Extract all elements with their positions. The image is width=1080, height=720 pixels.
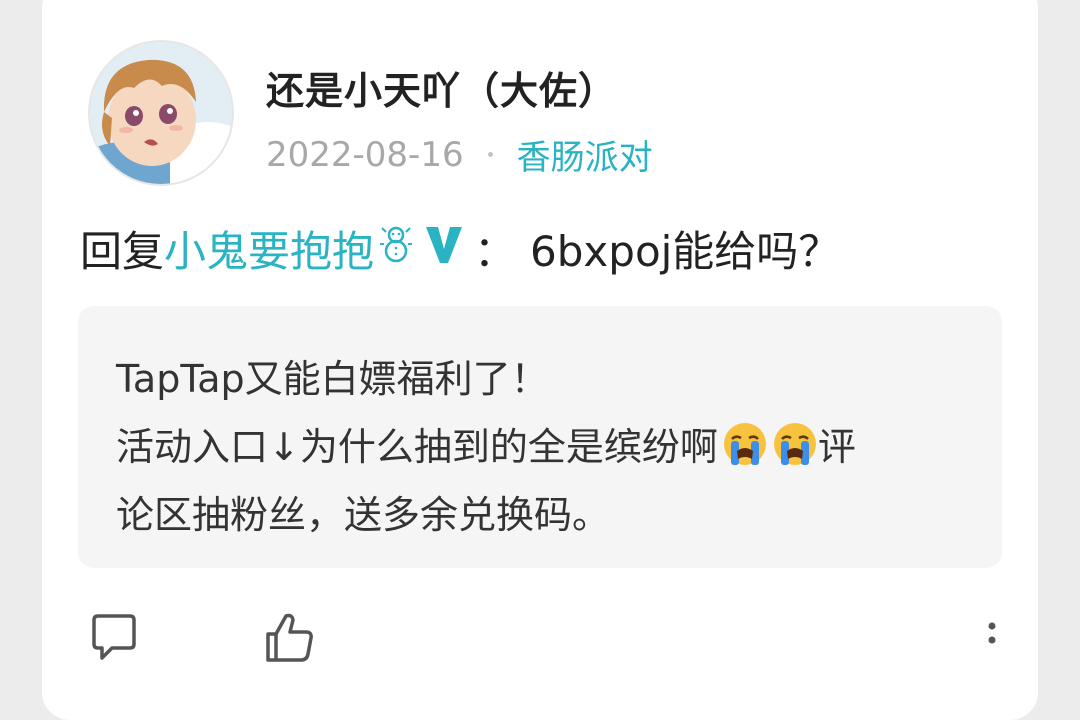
reply-text: 回复 小鬼要抱抱 ： 6bxpoj能给吗？ [80, 218, 840, 279]
quote-line-3: 论区抽粉丝，送多余兑换码。 [116, 493, 611, 537]
verified-v-icon [424, 223, 464, 275]
game-tag-link[interactable]: 香肠派对 [517, 130, 653, 179]
comment-icon[interactable] [88, 612, 140, 668]
thumbs-up-icon[interactable] [262, 610, 318, 670]
username[interactable]: 还是小天吖（大佐） [266, 60, 617, 115]
reply-colon: ： [474, 227, 517, 276]
loudly-crying-face-icon [722, 421, 768, 467]
reply-body: 6bxpoj能给吗？ [530, 227, 841, 276]
loudly-crying-face-icon [772, 421, 818, 467]
meta-separator-dot [487, 152, 493, 157]
snowman-icon [378, 224, 414, 274]
more-vertical-icon[interactable] [978, 622, 1006, 662]
user-avatar[interactable] [88, 40, 234, 186]
reply-prefix: 回复 [80, 227, 165, 276]
mention-link[interactable]: 小鬼要抱抱 [164, 218, 374, 279]
quote-line-1: TapTap又能白嫖福利了！ [116, 357, 549, 401]
quote-line-2-tail: 评 [817, 425, 856, 469]
avatar-image [90, 42, 232, 184]
quote-line-2: 活动入口↓为什么抽到的全是缤纷啊 评 [116, 416, 856, 471]
post-date: 2022-08-16 [266, 134, 464, 175]
post-meta: 2022-08-16 香肠派对 [266, 130, 653, 179]
quote-line-2-text: 活动入口↓为什么抽到的全是缤纷啊 [116, 425, 718, 469]
quoted-post[interactable]: TapTap又能白嫖福利了！ 活动入口↓为什么抽到的全是缤纷啊 评 论区抽粉丝，… [78, 306, 1002, 568]
